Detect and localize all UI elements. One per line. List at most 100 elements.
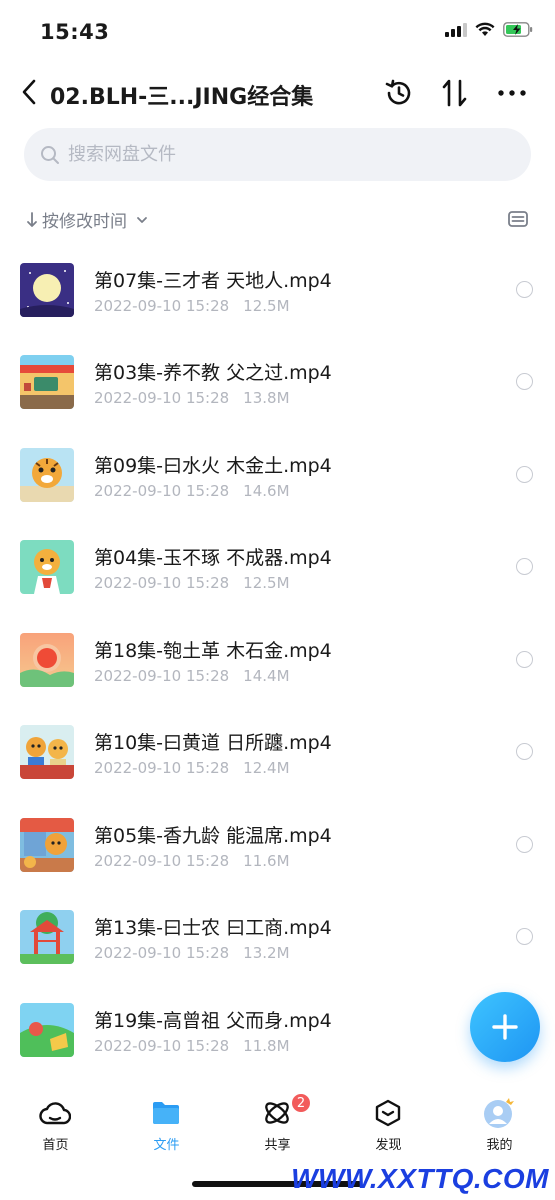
tab-me[interactable]: 我的: [444, 1084, 555, 1166]
file-meta: 2022-09-10 15:28 14.6M: [94, 482, 290, 500]
file-row[interactable]: 第18集-匏土革 木石金.mp4 2022-09-10 15:28 14.4M: [0, 612, 555, 704]
file-row[interactable]: 第09集-曰水火 木金土.mp4 2022-09-10 15:28 14.6M: [0, 427, 555, 519]
file-date: 2022-09-10 15:28: [94, 297, 230, 315]
file-date: 2022-09-10 15:28: [94, 852, 230, 870]
file-date: 2022-09-10 15:28: [94, 482, 230, 500]
sort-dropdown[interactable]: 按修改时间: [26, 207, 149, 232]
select-checkbox[interactable]: [516, 928, 533, 945]
file-meta: 2022-09-10 15:28 13.2M: [94, 944, 290, 962]
file-meta: 2022-09-10 15:28 12.5M: [94, 297, 290, 315]
cloud-icon: [38, 1096, 72, 1130]
tab-label: 文件: [153, 1138, 180, 1153]
status-time: 15:43: [40, 20, 110, 44]
select-checkbox[interactable]: [516, 836, 533, 853]
file-size: 14.4M: [243, 667, 290, 685]
select-checkbox[interactable]: [516, 373, 533, 390]
arrow-down-icon: [27, 211, 37, 227]
wifi-icon: [475, 22, 495, 36]
select-checkbox[interactable]: [516, 743, 533, 760]
video-thumbnail: [20, 540, 74, 594]
share-orbit-icon: [260, 1096, 294, 1130]
video-thumbnail: [20, 910, 74, 964]
video-thumbnail: [20, 263, 74, 317]
file-size: 12.4M: [243, 759, 290, 777]
list-view-icon: [508, 211, 528, 227]
video-thumbnail: [20, 633, 74, 687]
file-date: 2022-09-10 15:28: [94, 1037, 230, 1055]
add-button[interactable]: [470, 992, 540, 1062]
sort-label: 按修改时间: [42, 212, 127, 232]
file-date: 2022-09-10 15:28: [94, 389, 230, 407]
notification-badge: 2: [290, 1092, 312, 1114]
file-size: 13.2M: [243, 944, 290, 962]
file-row[interactable]: 第04集-玉不琢 不成器.mp4 2022-09-10 15:28 12.5M: [0, 519, 555, 611]
status-bar: 15:43: [0, 0, 555, 64]
video-thumbnail: [20, 818, 74, 872]
video-thumbnail: [20, 448, 74, 502]
tab-label: 我的: [486, 1138, 513, 1153]
video-thumbnail: [20, 355, 74, 409]
header: 02.BLH-三...JING经合集: [0, 64, 555, 122]
file-row[interactable]: 第05集-香九龄 能温席.mp4 2022-09-10 15:28 11.6M: [0, 797, 555, 889]
search-icon: [41, 145, 59, 164]
page-title: 02.BLH-三...JING经合集: [50, 85, 314, 110]
file-meta: 2022-09-10 15:28 11.6M: [94, 852, 290, 870]
history-icon: [385, 79, 411, 105]
select-checkbox[interactable]: [516, 466, 533, 483]
status-icons: [445, 22, 533, 37]
more-icon: [498, 90, 526, 96]
file-row[interactable]: 第10集-曰黄道 日所躔.mp4 2022-09-10 15:28 12.4M: [0, 704, 555, 796]
file-meta: 2022-09-10 15:28 12.4M: [94, 759, 290, 777]
file-name: 第09集-曰水火 木金土.mp4: [94, 455, 332, 477]
select-checkbox[interactable]: [516, 281, 533, 298]
tab-label: 共享: [264, 1138, 291, 1153]
select-checkbox[interactable]: [516, 558, 533, 575]
file-name: 第05集-香九龄 能温席.mp4: [94, 825, 332, 847]
file-size: 14.6M: [243, 482, 290, 500]
tab-home[interactable]: 首页: [0, 1084, 111, 1166]
file-name: 第03集-养不教 父之过.mp4: [94, 362, 332, 384]
video-thumbnail: [20, 725, 74, 779]
signal-icon: [445, 22, 467, 37]
tab-files[interactable]: 文件: [111, 1084, 222, 1166]
file-meta: 2022-09-10 15:28 12.5M: [94, 574, 290, 592]
file-size: 12.5M: [243, 574, 290, 592]
search-bar[interactable]: [24, 128, 531, 181]
file-name: 第07集-三才者 天地人.mp4: [94, 270, 332, 292]
tab-label: 发现: [375, 1138, 402, 1153]
file-row[interactable]: 第13集-曰士农 曰工商.mp4 2022-09-10 15:28 13.2M: [0, 889, 555, 981]
tab-discover[interactable]: 发现: [333, 1084, 444, 1166]
discover-box-icon: [371, 1096, 405, 1130]
file-row[interactable]: 第03集-养不教 父之过.mp4 2022-09-10 15:28 13.8M: [0, 334, 555, 426]
plus-icon: [492, 1014, 518, 1040]
file-name: 第19集-高曾祖 父而身.mp4: [94, 1010, 332, 1032]
avatar-icon: [482, 1096, 516, 1130]
back-icon: [22, 79, 36, 105]
sort-row: 按修改时间: [0, 200, 555, 236]
file-meta: 2022-09-10 15:28 11.8M: [94, 1037, 290, 1055]
file-date: 2022-09-10 15:28: [94, 944, 230, 962]
file-size: 11.6M: [243, 852, 290, 870]
folder-icon: [149, 1096, 183, 1130]
view-toggle-button[interactable]: [507, 208, 529, 230]
tab-bar: 首页 文件 2 共享 发现 我的: [0, 1084, 555, 1166]
watermark: WWW.XXTTQ.COM: [291, 1163, 549, 1194]
file-date: 2022-09-10 15:28: [94, 759, 230, 777]
chevron-down-icon: [137, 216, 147, 223]
select-checkbox[interactable]: [516, 651, 533, 668]
file-name: 第18集-匏土革 木石金.mp4: [94, 640, 332, 662]
search-input[interactable]: [68, 144, 468, 165]
battery-charging-icon: [503, 22, 533, 37]
tab-share[interactable]: 2 共享: [222, 1084, 333, 1166]
sort-icon: [442, 79, 467, 107]
sort-button[interactable]: [436, 74, 474, 112]
tab-label: 首页: [42, 1138, 69, 1153]
file-date: 2022-09-10 15:28: [94, 574, 230, 592]
more-button[interactable]: [493, 74, 531, 112]
file-name: 第13集-曰士农 曰工商.mp4: [94, 917, 332, 939]
file-date: 2022-09-10 15:28: [94, 667, 230, 685]
history-button[interactable]: [380, 74, 418, 112]
back-button[interactable]: [14, 74, 44, 110]
file-size: 13.8M: [243, 389, 290, 407]
file-row[interactable]: 第07集-三才者 天地人.mp4 2022-09-10 15:28 12.5M: [0, 242, 555, 334]
